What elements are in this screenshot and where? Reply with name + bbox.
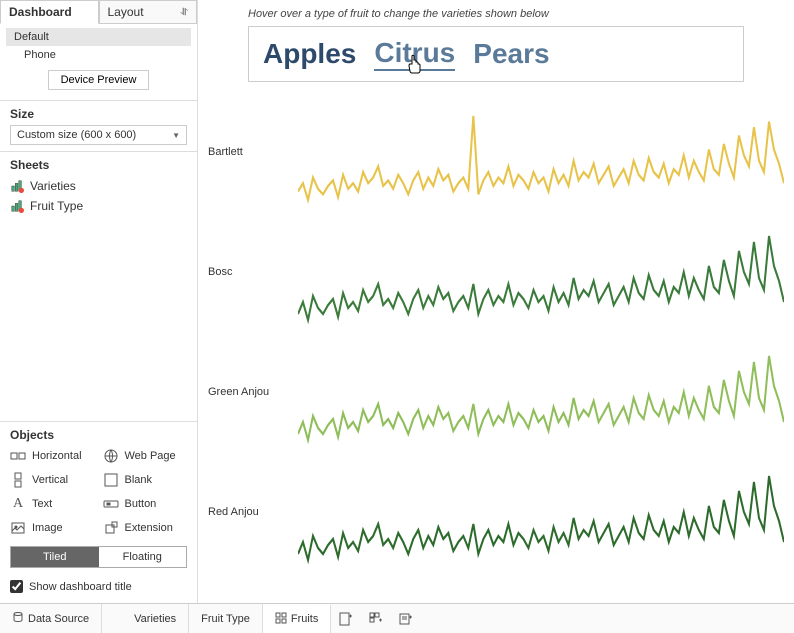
fruit-apples[interactable]: Apples xyxy=(263,38,356,70)
sheet-fruit-type[interactable]: Fruit Type xyxy=(10,196,187,216)
chart-label: Green Anjou xyxy=(208,386,298,398)
varieties-sheet[interactable]: Bartlett Bosc Green Anjou Red Anjou xyxy=(208,92,784,597)
chevron-down-icon: ▼ xyxy=(172,131,180,140)
size-title: Size xyxy=(10,107,187,121)
bottom-bar: Data Source Varieties Fruit Type Fruits xyxy=(0,603,794,633)
device-default[interactable]: Default xyxy=(6,28,191,46)
chart-label: Bartlett xyxy=(208,146,298,158)
dashboard-icon xyxy=(275,612,287,627)
sheet-varieties[interactable]: Varieties xyxy=(10,176,187,196)
layout-toggle: Tiled Floating xyxy=(10,546,187,568)
device-preview-button[interactable]: Device Preview xyxy=(48,70,150,90)
object-vertical[interactable]: Vertical xyxy=(10,470,95,490)
objects-title: Objects xyxy=(10,428,187,442)
globe-icon xyxy=(103,448,119,464)
size-select[interactable]: Custom size (600 x 600) ▼ xyxy=(10,125,187,145)
sidebar: Dashboard Layout⥯ Default Phone Device P… xyxy=(0,0,198,603)
tab-layout[interactable]: Layout⥯ xyxy=(99,0,198,23)
image-icon xyxy=(10,520,26,536)
chart-label: Bosc xyxy=(208,266,298,278)
show-title-checkbox[interactable]: Show dashboard title xyxy=(10,576,187,597)
bottom-tab-varieties[interactable]: Varieties xyxy=(122,604,189,633)
chart-row: Red Anjou xyxy=(208,452,784,572)
pointer-cursor-icon xyxy=(406,54,424,79)
sparkline xyxy=(298,212,784,332)
horizontal-icon xyxy=(10,448,26,464)
show-title-input[interactable] xyxy=(10,580,23,593)
bottom-data-source[interactable]: Data Source xyxy=(0,604,102,633)
button-icon xyxy=(103,496,119,512)
new-dashboard-button[interactable] xyxy=(361,604,391,633)
new-story-button[interactable] xyxy=(391,604,421,633)
layout-options-icon: ⥯ xyxy=(181,7,188,18)
sparkline xyxy=(298,332,784,452)
chart-label: Red Anjou xyxy=(208,506,298,518)
object-blank[interactable]: Blank xyxy=(103,470,188,490)
new-worksheet-button[interactable] xyxy=(331,604,361,633)
chart-row: Green Anjou xyxy=(208,332,784,452)
object-webpage[interactable]: Web Page xyxy=(103,446,188,466)
dashboard-canvas: Hover over a type of fruit to change the… xyxy=(198,0,794,603)
device-phone[interactable]: Phone xyxy=(6,46,191,64)
chart-row: Bartlett xyxy=(208,92,784,212)
fruit-type-sheet[interactable]: Apples Citrus Pears xyxy=(248,26,744,82)
vertical-icon xyxy=(10,472,26,488)
bottom-tab-fruits[interactable]: Fruits xyxy=(263,604,332,633)
fruit-pears[interactable]: Pears xyxy=(473,38,549,70)
sparkline xyxy=(298,92,784,212)
object-horizontal[interactable]: Horizontal xyxy=(10,446,95,466)
text-icon: A xyxy=(10,496,26,512)
tab-dashboard[interactable]: Dashboard xyxy=(0,0,99,24)
object-extension[interactable]: Extension xyxy=(103,518,188,538)
data-source-icon xyxy=(12,611,24,626)
bar-chart-icon xyxy=(10,179,24,193)
bar-chart-icon xyxy=(10,199,24,213)
toggle-floating[interactable]: Floating xyxy=(99,547,187,567)
toggle-tiled[interactable]: Tiled xyxy=(11,547,99,567)
chart-row: Bosc xyxy=(208,212,784,332)
object-image[interactable]: Image xyxy=(10,518,95,538)
sheets-title: Sheets xyxy=(10,158,187,172)
extension-icon xyxy=(103,520,119,536)
object-text[interactable]: AText xyxy=(10,494,95,514)
sparkline xyxy=(298,452,784,572)
fruit-citrus[interactable]: Citrus xyxy=(374,37,455,71)
hover-hint: Hover over a type of fruit to change the… xyxy=(208,6,784,22)
object-button[interactable]: Button xyxy=(103,494,188,514)
bottom-tab-fruit-type[interactable]: Fruit Type xyxy=(189,604,263,633)
blank-icon xyxy=(103,472,119,488)
